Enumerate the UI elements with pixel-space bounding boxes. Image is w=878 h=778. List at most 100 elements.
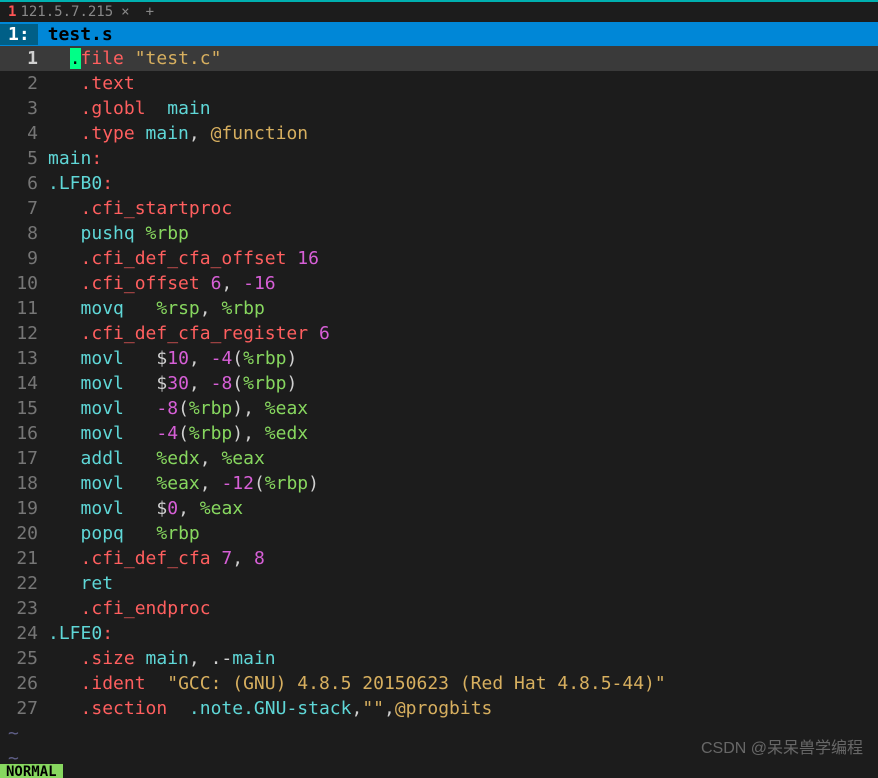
line-number: 5 — [0, 148, 48, 169]
code-content[interactable]: .cfi_startproc — [48, 198, 878, 219]
code-line[interactable]: 14 movl $30, -8(%rbp) — [0, 371, 878, 396]
tab-item[interactable]: 1 121.5.7.215 × — [0, 4, 138, 20]
token — [48, 398, 81, 419]
token — [146, 673, 168, 694]
line-number: 18 — [0, 473, 48, 494]
line-number: 7 — [0, 198, 48, 219]
code-content[interactable]: .cfi_endproc — [48, 598, 878, 619]
line-number: 14 — [0, 373, 48, 394]
code-content[interactable]: .LFB0: — [48, 173, 878, 194]
token — [200, 273, 211, 294]
code-content[interactable]: movq %rsp, %rbp — [48, 298, 878, 319]
code-line[interactable]: 10 .cfi_offset 6, -16 — [0, 271, 878, 296]
code-content[interactable]: .cfi_offset 6, -16 — [48, 273, 878, 294]
code-line[interactable]: 1 .file "test.c" — [0, 46, 878, 71]
token — [48, 248, 81, 269]
token: -8 — [211, 373, 233, 394]
code-line[interactable]: 19 movl $0, %eax — [0, 496, 878, 521]
token: , — [200, 298, 222, 319]
cursor: . — [70, 48, 81, 69]
token — [124, 398, 157, 419]
code-content[interactable]: movl -4(%rbp), %edx — [48, 423, 878, 444]
code-content[interactable]: .text — [48, 73, 878, 94]
code-line[interactable]: 16 movl -4(%rbp), %edx — [0, 421, 878, 446]
token: 8 — [254, 548, 265, 569]
token: .size — [81, 648, 135, 669]
tab-close-icon[interactable]: × — [121, 4, 129, 20]
code-line[interactable]: 6.LFB0: — [0, 171, 878, 196]
token: main — [167, 98, 210, 119]
code-content[interactable]: movl %eax, -12(%rbp) — [48, 473, 878, 494]
code-line[interactable]: 3 .globl main — [0, 96, 878, 121]
token: : — [102, 173, 113, 194]
token: 6 — [319, 323, 330, 344]
token: : — [102, 623, 113, 644]
code-content[interactable]: movl -8(%rbp), %eax — [48, 398, 878, 419]
token: movl — [81, 423, 124, 444]
code-content[interactable]: .LFE0: — [48, 623, 878, 644]
token: -16 — [243, 273, 276, 294]
code-line[interactable]: 13 movl $10, -4(%rbp) — [0, 346, 878, 371]
code-line[interactable]: 8 pushq %rbp — [0, 221, 878, 246]
code-content[interactable]: ret — [48, 573, 878, 594]
token — [124, 298, 157, 319]
token — [48, 523, 81, 544]
line-number: 6 — [0, 173, 48, 194]
code-content[interactable]: movl $0, %eax — [48, 498, 878, 519]
token: %rbp — [221, 298, 264, 319]
token: file — [81, 48, 135, 69]
token: , — [189, 123, 211, 144]
code-line[interactable]: 4 .type main, @function — [0, 121, 878, 146]
code-line[interactable]: 20 popq %rbp — [0, 521, 878, 546]
buffer-filename: test.s — [38, 24, 123, 45]
buffer-arrow-icon — [123, 22, 135, 46]
code-line[interactable]: 21 .cfi_def_cfa 7, 8 — [0, 546, 878, 571]
line-number: 17 — [0, 448, 48, 469]
editor-area[interactable]: 1 .file "test.c"2 .text3 .globl main4 .t… — [0, 46, 878, 771]
token — [48, 223, 81, 244]
code-content[interactable]: .ident "GCC: (GNU) 4.8.5 20150623 (Red H… — [48, 673, 878, 694]
code-content[interactable]: .file "test.c" — [48, 48, 878, 69]
buffer-number: 1: — [0, 24, 38, 45]
code-line[interactable]: 23 .cfi_endproc — [0, 596, 878, 621]
tab-add-button[interactable]: + — [138, 4, 162, 20]
token: .cfi_def_cfa — [81, 548, 211, 569]
code-line[interactable]: 24.LFE0: — [0, 621, 878, 646]
token: , .- — [189, 648, 232, 669]
token: movl — [81, 373, 124, 394]
code-line[interactable]: 11 movq %rsp, %rbp — [0, 296, 878, 321]
code-line[interactable]: 15 movl -8(%rbp), %eax — [0, 396, 878, 421]
code-line[interactable]: 2 .text — [0, 71, 878, 96]
code-line[interactable]: 7 .cfi_startproc — [0, 196, 878, 221]
code-content[interactable]: .cfi_def_cfa 7, 8 — [48, 548, 878, 569]
token: , — [384, 698, 395, 719]
code-content[interactable]: .cfi_def_cfa_offset 16 — [48, 248, 878, 269]
code-content[interactable]: addl %edx, %eax — [48, 448, 878, 469]
code-line[interactable]: 17 addl %edx, %eax — [0, 446, 878, 471]
line-number: 22 — [0, 573, 48, 594]
code-line[interactable]: 9 .cfi_def_cfa_offset 16 — [0, 246, 878, 271]
token: ( — [178, 398, 189, 419]
code-line[interactable]: 18 movl %eax, -12(%rbp) — [0, 471, 878, 496]
code-content[interactable]: main: — [48, 148, 878, 169]
code-content[interactable]: .section .note.GNU-stack,"",@progbits — [48, 698, 878, 719]
token: .ident — [81, 673, 146, 694]
code-content[interactable]: popq %rbp — [48, 523, 878, 544]
code-content[interactable]: movl $30, -8(%rbp) — [48, 373, 878, 394]
code-content[interactable]: pushq %rbp — [48, 223, 878, 244]
token — [48, 123, 81, 144]
code-content[interactable]: .size main, .-main — [48, 648, 878, 669]
token: main — [146, 648, 189, 669]
code-line[interactable]: 5main: — [0, 146, 878, 171]
code-content[interactable]: movl $10, -4(%rbp) — [48, 348, 878, 369]
token: -12 — [221, 473, 254, 494]
code-line[interactable]: 27 .section .note.GNU-stack,"",@progbits — [0, 696, 878, 721]
code-line[interactable]: 26 .ident "GCC: (GNU) 4.8.5 20150623 (Re… — [0, 671, 878, 696]
code-content[interactable]: .type main, @function — [48, 123, 878, 144]
token: 30 — [167, 373, 189, 394]
code-line[interactable]: 22 ret — [0, 571, 878, 596]
code-line[interactable]: 25 .size main, .-main — [0, 646, 878, 671]
code-content[interactable]: .globl main — [48, 98, 878, 119]
code-content[interactable]: .cfi_def_cfa_register 6 — [48, 323, 878, 344]
code-line[interactable]: 12 .cfi_def_cfa_register 6 — [0, 321, 878, 346]
